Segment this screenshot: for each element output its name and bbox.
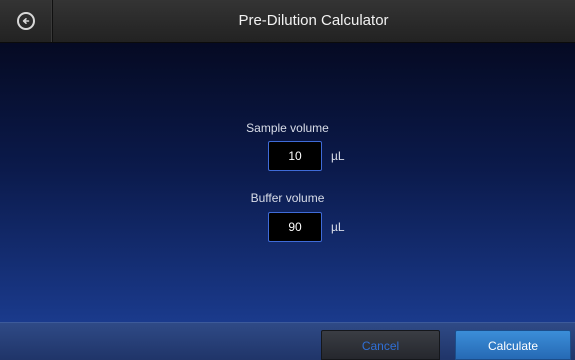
page-title: Pre-Dilution Calculator xyxy=(238,12,389,29)
sample-volume-label: Sample volume xyxy=(246,121,329,135)
back-button[interactable] xyxy=(0,0,53,42)
sample-volume-input[interactable] xyxy=(268,141,322,171)
title-bar: Pre-Dilution Calculator xyxy=(0,0,575,43)
buffer-volume-label: Buffer volume xyxy=(250,191,325,205)
buffer-volume-unit: µL xyxy=(331,220,345,234)
buffer-volume-input[interactable] xyxy=(268,212,322,242)
main-panel xyxy=(0,43,575,322)
calculate-button[interactable]: Calculate xyxy=(455,330,571,360)
back-arrow-icon xyxy=(17,12,35,30)
cancel-button[interactable]: Cancel xyxy=(321,330,440,360)
sample-volume-unit: µL xyxy=(331,149,345,163)
pre-dilution-calculator-screen: Pre-Dilution Calculator Sample volume µL… xyxy=(0,0,575,360)
